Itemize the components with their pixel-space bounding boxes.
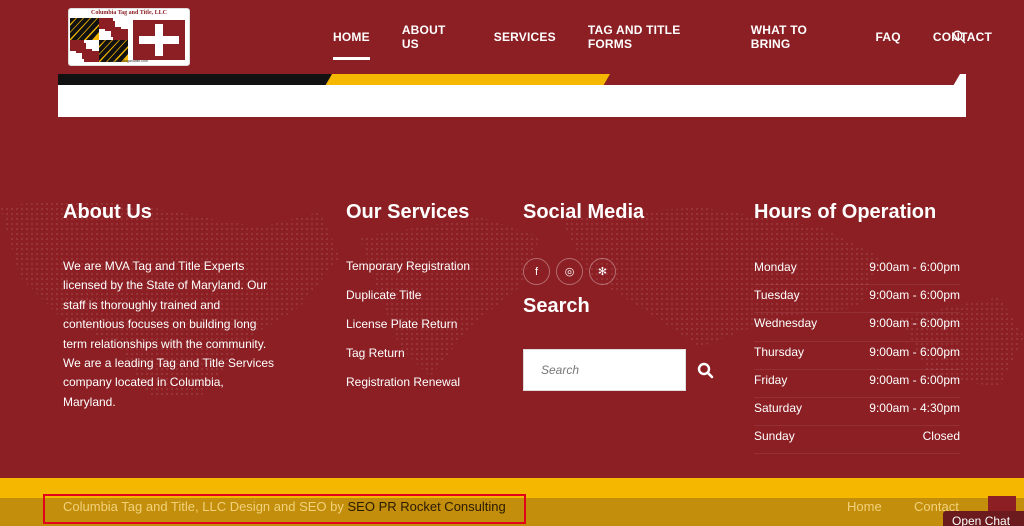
black-stripe (58, 74, 338, 85)
yelp-icon[interactable]: ✻ (589, 258, 616, 285)
hours-row: Thursday 9:00am - 6:00pm (754, 342, 960, 370)
hours-row: Sunday Closed (754, 426, 960, 455)
about-title-light: About (63, 201, 121, 223)
services-list: Temporary Registration Duplicate Title L… (346, 257, 470, 402)
nav-faq[interactable]: FAQ (876, 0, 901, 74)
search-icon[interactable] (952, 30, 966, 44)
nav-home[interactable]: HOME (333, 0, 370, 74)
maryland-flag-logo (70, 18, 189, 62)
red-stripe (603, 74, 960, 85)
service-link[interactable]: Temporary Registration (346, 257, 470, 286)
hours-day: Thursday (754, 344, 805, 359)
services-title: Our Services (346, 201, 469, 224)
search-submit-icon[interactable] (696, 361, 716, 381)
highlight-box (43, 494, 526, 524)
hours-time: 9:00am - 6:00pm (869, 288, 960, 303)
hours-time: 9:00am - 6:00pm (869, 316, 960, 331)
service-link[interactable]: Tag Return (346, 344, 470, 373)
logo[interactable]: Columbia Tag and Title, LLC columbiataga… (68, 8, 190, 66)
about-title-bold: Us (126, 201, 152, 223)
logo-url: columbiatagandtitle.com (110, 59, 148, 63)
about-title: About Us (63, 201, 152, 224)
facebook-icon[interactable]: f (523, 258, 550, 285)
site-header: Columbia Tag and Title, LLC columbiataga… (0, 0, 1024, 74)
hours-time: 9:00am - 6:00pm (869, 260, 960, 274)
hours-title-light: Hours of (754, 201, 837, 223)
search-input[interactable] (523, 349, 686, 391)
social-title-bold: Media (587, 201, 645, 223)
social-icons: f ◎ ✻ (523, 258, 616, 285)
logo-title: Columbia Tag and Title, LLC (91, 10, 167, 16)
hours-time: 9:00am - 6:00pm (869, 372, 960, 387)
hours-title: Hours of Operation (754, 201, 936, 224)
hours-row: Wednesday 9:00am - 6:00pm (754, 313, 960, 342)
service-link[interactable]: Registration Renewal (346, 373, 470, 402)
services-title-bold: Services (387, 201, 470, 223)
hours-day: Wednesday (754, 316, 818, 331)
nav-tag-and-title-forms[interactable]: TAG AND TITLE FORMS (588, 0, 719, 74)
instagram-icon[interactable]: ◎ (556, 258, 583, 285)
services-title-light: Our (346, 201, 382, 223)
hours-time: 9:00am - 4:30pm (869, 400, 960, 415)
service-link[interactable]: License Plate Return (346, 315, 470, 344)
hours-day: Monday (754, 260, 797, 274)
about-text: We are MVA Tag and Title Experts license… (63, 259, 275, 409)
search-title: Search (523, 295, 590, 317)
hours-table: Monday 9:00am - 6:00pm Tuesday 9:00am - 6:… (754, 257, 960, 455)
gold-stripe (325, 74, 627, 85)
hours-title-bold: Operation (841, 201, 937, 223)
nav-about-us[interactable]: ABOUT US (402, 0, 462, 74)
hours-day: Sunday (754, 429, 795, 444)
hours-row: Monday 9:00am - 6:00pm (754, 257, 960, 286)
nav-services[interactable]: SERVICES (494, 0, 556, 74)
hours-day: Friday (754, 372, 788, 387)
hours-row: Tuesday 9:00am - 6:00pm (754, 285, 960, 314)
site-footer: About Us We are MVA Tag and Title Expert… (0, 117, 1024, 478)
social-title-light: Social (523, 201, 582, 223)
social-title: Social Media (523, 201, 644, 224)
service-link[interactable]: Duplicate Title (346, 286, 470, 315)
hours-time: 9:00am - 6:00pm (869, 344, 960, 359)
hours-day: Tuesday (754, 288, 800, 303)
hours-day: Saturday (754, 400, 803, 415)
hours-row: Saturday 9:00am - 4:30pm (754, 398, 960, 427)
footer-link-home[interactable]: Home (847, 499, 882, 514)
main-nav: HOME ABOUT US SERVICES TAG AND TITLE FOR… (333, 0, 1024, 74)
open-chat-button[interactable]: Open Chat (943, 511, 1024, 526)
nav-what-to-bring[interactable]: WHAT TO BRING (751, 0, 844, 74)
hours-row: Friday 9:00am - 6:00pm (754, 370, 960, 398)
hours-time: Closed (922, 429, 960, 444)
